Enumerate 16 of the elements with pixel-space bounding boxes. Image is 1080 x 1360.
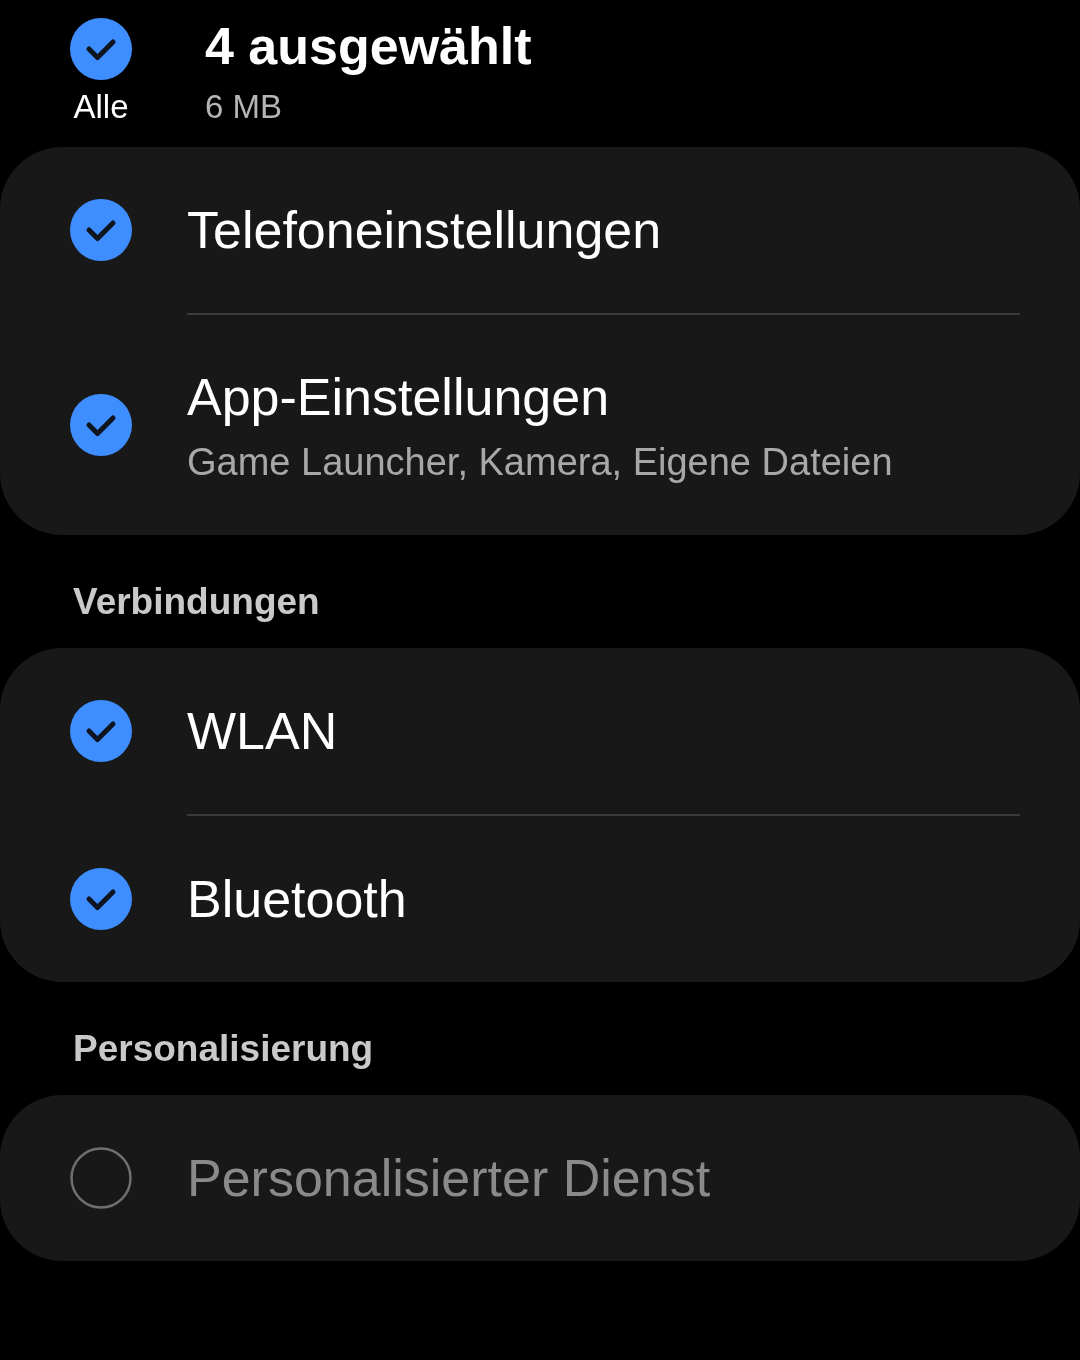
selection-count: 4 ausgewählt bbox=[205, 18, 532, 74]
checked-checkbox[interactable] bbox=[70, 700, 132, 762]
option-title: WLAN bbox=[187, 701, 338, 761]
checked-checkbox[interactable] bbox=[70, 868, 132, 930]
option-title: Bluetooth bbox=[187, 869, 407, 929]
select-all-label: Alle bbox=[73, 88, 129, 126]
section-header: Personalisierung bbox=[72, 1027, 375, 1071]
selection-size: 6 MB bbox=[205, 88, 284, 126]
section-header: Verbindungen bbox=[72, 580, 321, 624]
checked-checkbox[interactable] bbox=[70, 18, 132, 80]
option-title: App-Einstellungen bbox=[187, 366, 611, 427]
checked-checkbox[interactable] bbox=[70, 199, 132, 261]
checked-checkbox[interactable] bbox=[70, 394, 132, 456]
option-description: Game Launcher, Kamera, Eigene Dateien bbox=[187, 440, 893, 484]
option-title: Telefoneinstellungen bbox=[187, 200, 662, 260]
option-title: Personalisierter Dienst bbox=[187, 1148, 711, 1208]
